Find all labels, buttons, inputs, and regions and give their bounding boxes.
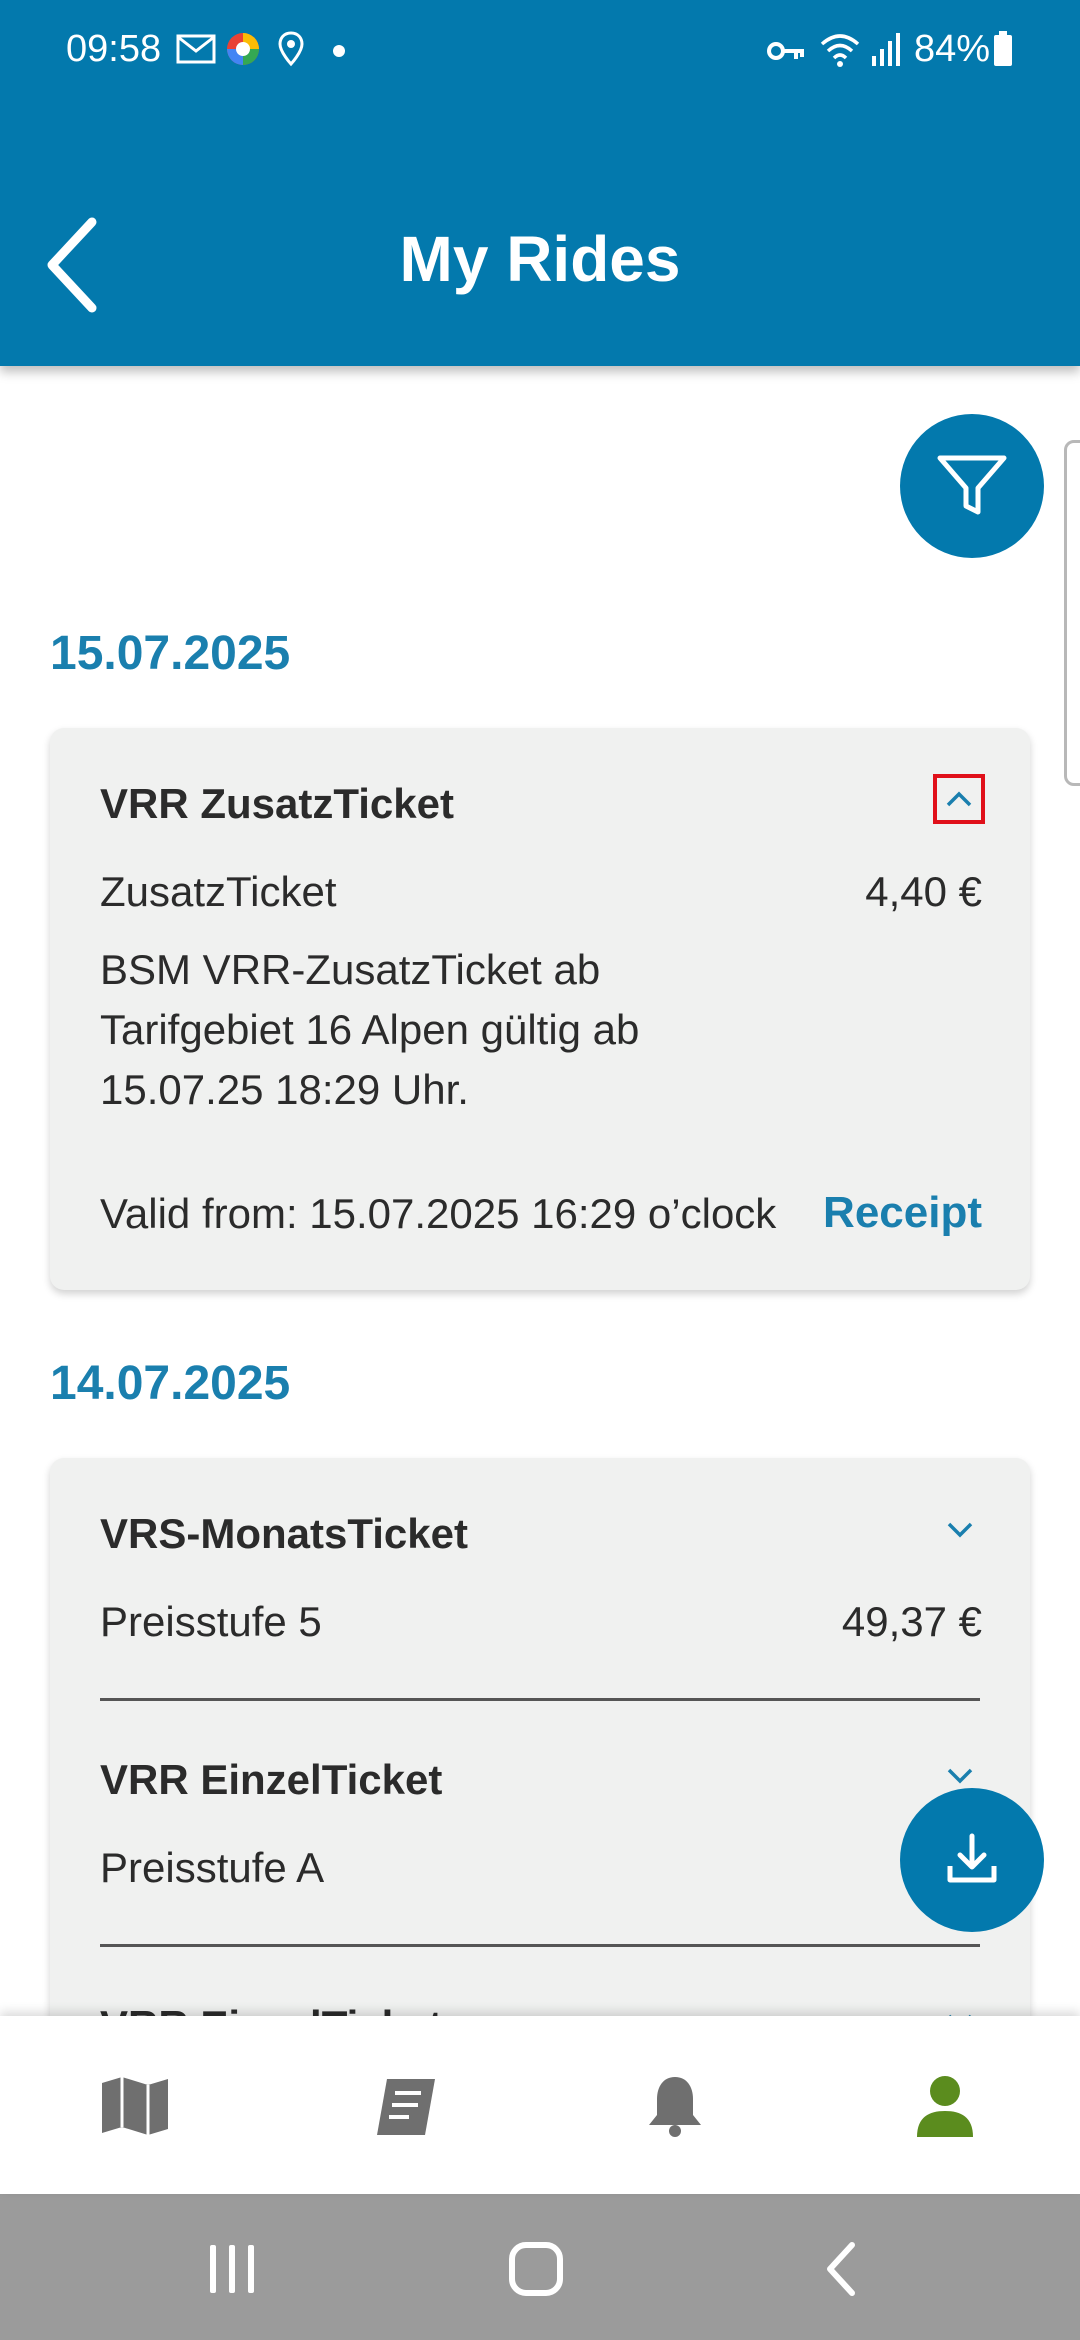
download-icon bbox=[947, 1833, 997, 1883]
ride-price: 49,37 € bbox=[841, 1598, 982, 1645]
system-navigation-bar bbox=[0, 2194, 1080, 2340]
ride-price: 4,40 € bbox=[865, 868, 982, 915]
wifi-icon bbox=[818, 30, 862, 73]
ride-card[interactable]: VRR ZusatzTicket ZusatzTicket 4,40 € BSM… bbox=[50, 728, 1030, 1290]
date-heading: 15.07.2025 bbox=[50, 627, 291, 680]
nav-map[interactable] bbox=[90, 2066, 180, 2146]
rides-list[interactable]: 15.07.2025 VRR ZusatzTicket ZusatzTicket… bbox=[0, 366, 1080, 2016]
valid-from: Valid from: 15.07.2025 16:29 o’clock bbox=[100, 1190, 777, 1237]
ride-title: VRS-MonatsTicket bbox=[100, 1510, 468, 1557]
receipt-link[interactable]: Receipt bbox=[823, 1188, 982, 1238]
bottom-navigation bbox=[0, 2016, 1080, 2194]
chevron-down-icon bbox=[947, 1522, 973, 1538]
person-icon bbox=[917, 2076, 973, 2137]
home-button[interactable] bbox=[496, 2234, 576, 2304]
back-icon bbox=[827, 2242, 855, 2296]
status-time: 09:58 bbox=[66, 28, 162, 70]
nav-tickets[interactable] bbox=[360, 2066, 450, 2146]
dot-icon bbox=[332, 44, 346, 63]
recents-icon bbox=[210, 2245, 254, 2293]
mail-icon bbox=[176, 30, 216, 71]
chevron-down-icon bbox=[947, 1768, 973, 1784]
vpn-key-icon bbox=[766, 38, 806, 69]
ride-subtitle: Preisstufe A bbox=[100, 1844, 325, 1891]
ticket-icon bbox=[377, 2079, 435, 2135]
download-button[interactable] bbox=[900, 1788, 1044, 1932]
ride-subtitle: ZusatzTicket bbox=[100, 868, 337, 915]
signal-icon bbox=[870, 30, 902, 73]
battery-icon bbox=[992, 30, 1014, 73]
browser-icon bbox=[224, 30, 262, 73]
ride-title: VRR EinzelTicket bbox=[100, 2002, 442, 2016]
battery-percent: 84% bbox=[914, 28, 991, 70]
nav-profile[interactable] bbox=[900, 2066, 990, 2146]
home-icon bbox=[509, 2242, 563, 2296]
expand-button[interactable] bbox=[940, 1510, 980, 1550]
date-heading: 14.07.2025 bbox=[50, 1357, 291, 1410]
collapse-button[interactable] bbox=[933, 774, 985, 824]
map-icon bbox=[102, 2077, 168, 2135]
filter-button[interactable] bbox=[900, 414, 1044, 558]
system-back-button[interactable] bbox=[800, 2234, 880, 2304]
scroll-handle[interactable] bbox=[1064, 440, 1080, 786]
nav-notifications[interactable] bbox=[630, 2066, 720, 2146]
divider bbox=[100, 1944, 980, 1947]
filter-icon bbox=[937, 455, 1007, 515]
ride-description: BSM VRR-ZusatzTicket ab Tarifgebiet 16 A… bbox=[100, 946, 640, 1113]
location-icon bbox=[276, 30, 306, 73]
expand-button[interactable] bbox=[940, 2002, 980, 2016]
app-header: 09:58 84% My Rides bbox=[0, 0, 1080, 366]
divider bbox=[100, 1698, 980, 1701]
ride-subtitle: Preisstufe 5 bbox=[100, 1598, 322, 1645]
chevron-up-icon bbox=[946, 791, 972, 807]
ride-title: VRR EinzelTicket bbox=[100, 1756, 443, 1803]
recents-button[interactable] bbox=[192, 2234, 272, 2304]
screen: 09:58 84% My Rides 15.07.2025 VRR Zusatz… bbox=[0, 0, 1080, 2340]
bell-icon bbox=[649, 2077, 701, 2137]
ride-title: VRR ZusatzTicket bbox=[100, 780, 454, 827]
ride-card[interactable]: VRS-MonatsTicket Preisstufe 5 49,37 € VR… bbox=[50, 1458, 1030, 2016]
page-title: My Rides bbox=[399, 223, 681, 295]
